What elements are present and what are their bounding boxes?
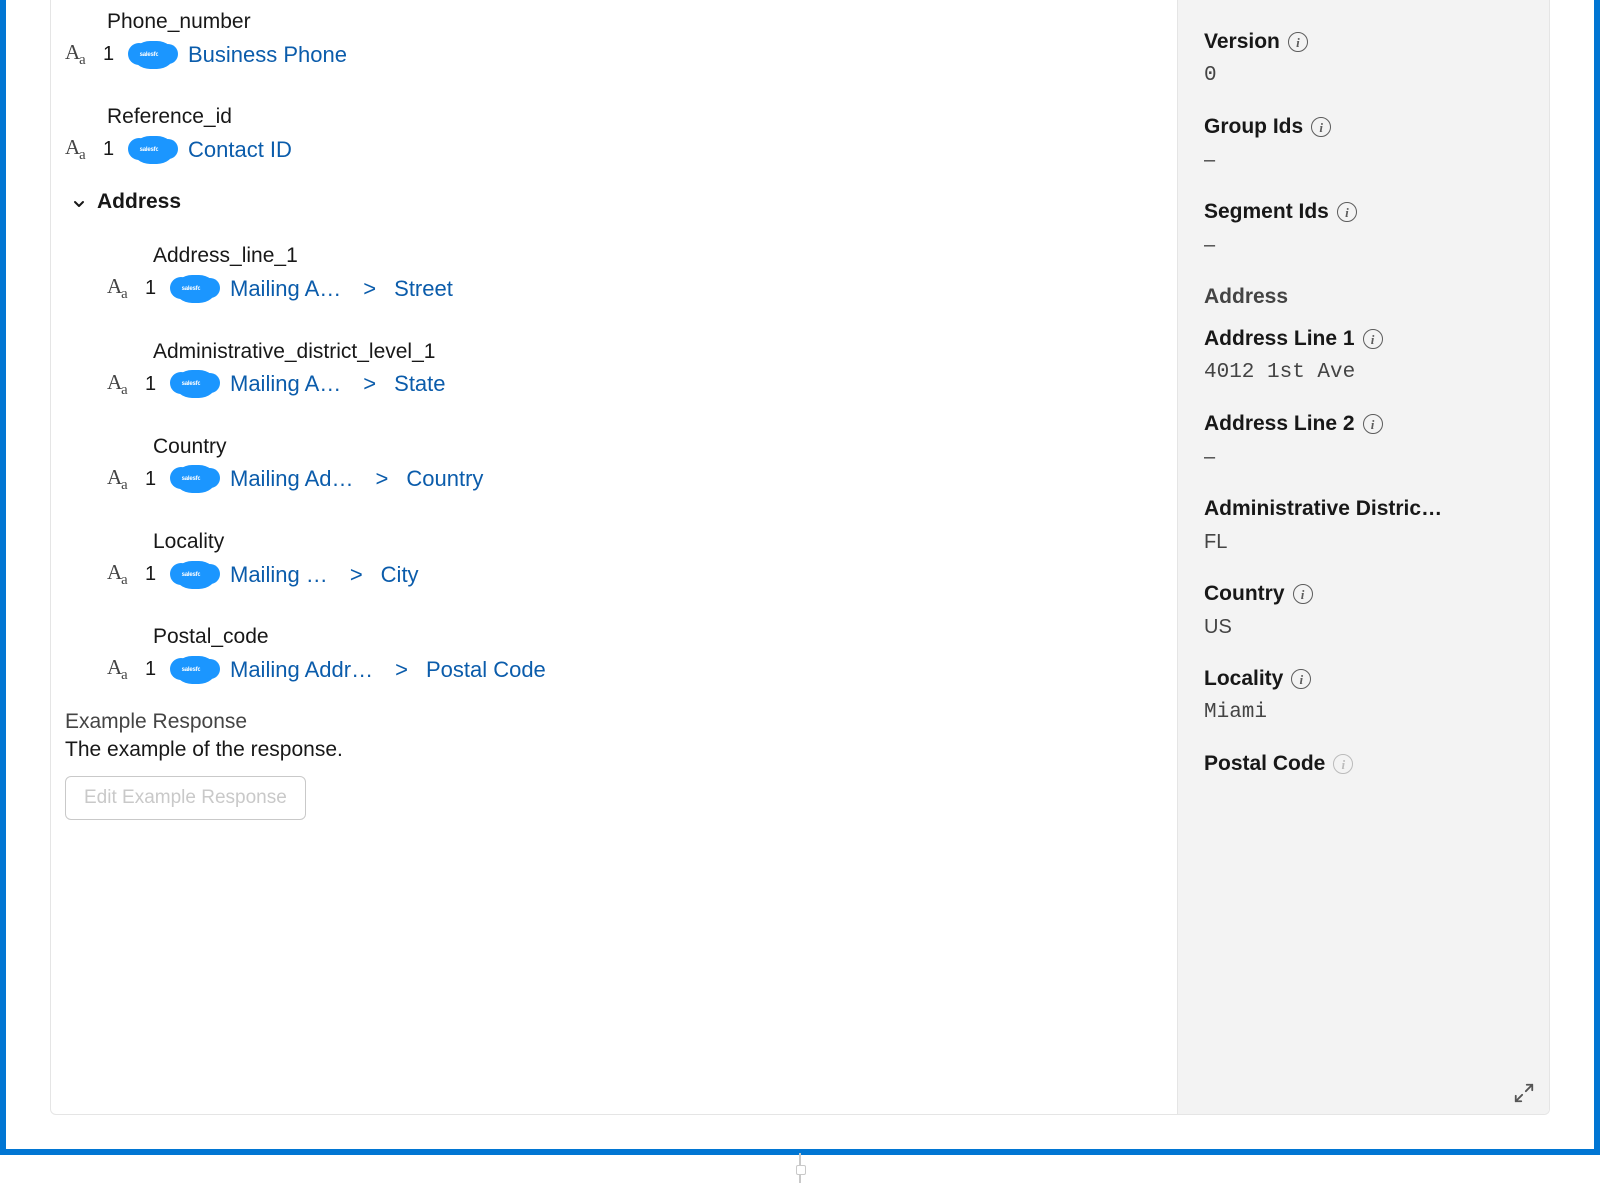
- info-icon[interactable]: i: [1288, 32, 1308, 52]
- address-line-2-value: –: [1204, 446, 1523, 469]
- salesforce-icon: salesforce: [175, 275, 216, 303]
- country-value: US: [1204, 616, 1523, 639]
- locality-label: Locality i: [1204, 667, 1523, 691]
- address-line-1-value: 4012 1st Ave: [1204, 361, 1523, 384]
- mapped-path-1[interactable]: Mailing Ad…: [230, 466, 354, 492]
- info-icon[interactable]: i: [1333, 754, 1353, 774]
- resize-handle[interactable]: [799, 1153, 801, 1183]
- info-icon[interactable]: i: [1363, 329, 1383, 349]
- mapped-path-2[interactable]: Street: [394, 276, 453, 302]
- mapped-path-1[interactable]: Mailing …: [230, 562, 328, 588]
- breadcrumb-sep: >: [350, 562, 363, 588]
- breadcrumb-sep: >: [363, 276, 376, 302]
- text-type-icon: Aa: [107, 370, 131, 399]
- mapping-index: 1: [103, 43, 119, 66]
- salesforce-icon: salesforce: [175, 465, 216, 493]
- field-locality-mapping[interactable]: Aa 1 salesforce Mailing … > City: [65, 560, 1177, 589]
- breadcrumb-sep: >: [395, 657, 408, 683]
- expand-icon[interactable]: [1513, 1082, 1535, 1104]
- config-panel: Phone_number Aa 1 salesforce Business Ph…: [50, 0, 1550, 1115]
- postal-code-label: Postal Code i: [1204, 752, 1523, 776]
- text-type-icon: Aa: [65, 40, 89, 69]
- chevron-down-icon: [71, 194, 87, 210]
- field-postal-code-mapping[interactable]: Aa 1 salesforce Mailing Addr… > Postal C…: [65, 655, 1177, 684]
- field-address-line-1-mapping[interactable]: Aa 1 salesforce Mailing A… > Street: [65, 274, 1177, 303]
- info-icon[interactable]: i: [1291, 669, 1311, 689]
- info-icon[interactable]: i: [1337, 202, 1357, 222]
- field-postal-code-name: Postal_code: [65, 615, 1177, 649]
- mapped-path-2[interactable]: Country: [406, 466, 483, 492]
- field-address-line-1-name: Address_line_1: [65, 234, 1177, 268]
- address-group-title: Address: [97, 190, 181, 214]
- field-country-mapping[interactable]: Aa 1 salesforce Mailing Ad… > Country: [65, 465, 1177, 494]
- admin-district-value: FL: [1204, 531, 1523, 554]
- edit-example-response-button: Edit Example Response: [65, 776, 306, 820]
- breadcrumb-sep: >: [363, 371, 376, 397]
- address-line-1-label: Address Line 1 i: [1204, 327, 1523, 351]
- field-admin-district-mapping[interactable]: Aa 1 salesforce Mailing A… > State: [65, 370, 1177, 399]
- mapping-index: 1: [145, 563, 161, 586]
- field-reference-id-name: Reference_id: [65, 95, 1177, 129]
- admin-district-label: Administrative Distric…: [1204, 497, 1523, 521]
- field-phone-number-mapping[interactable]: Aa 1 salesforce Business Phone: [65, 40, 1177, 69]
- mapped-field-link[interactable]: Contact ID: [188, 137, 292, 163]
- mapping-index: 1: [145, 277, 161, 300]
- version-value: 0: [1204, 64, 1523, 87]
- salesforce-icon: salesforce: [133, 41, 174, 69]
- mapped-field-link[interactable]: Business Phone: [188, 42, 347, 68]
- field-admin-district-name: Administrative_district_level_1: [65, 330, 1177, 364]
- segment-ids-label: Segment Ids i: [1204, 200, 1523, 224]
- mapped-path-2[interactable]: City: [381, 562, 419, 588]
- info-icon[interactable]: i: [1293, 584, 1313, 604]
- salesforce-icon: salesforce: [175, 370, 216, 398]
- breadcrumb-sep: >: [376, 466, 389, 492]
- text-type-icon: Aa: [107, 560, 131, 589]
- field-locality-name: Locality: [65, 520, 1177, 554]
- mapped-path-2[interactable]: State: [394, 371, 445, 397]
- field-phone-number-name: Phone_number: [65, 0, 1177, 34]
- salesforce-icon: salesforce: [133, 136, 174, 164]
- address-line-2-label: Address Line 2 i: [1204, 412, 1523, 436]
- locality-value: Miami: [1204, 701, 1523, 724]
- mapping-index: 1: [103, 138, 119, 161]
- mapped-path-2[interactable]: Postal Code: [426, 657, 546, 683]
- details-sidebar: Version i 0 Group Ids i – Segment Ids i …: [1177, 0, 1549, 1114]
- salesforce-icon: salesforce: [175, 561, 216, 589]
- version-label: Version i: [1204, 30, 1523, 54]
- text-type-icon: Aa: [107, 655, 131, 684]
- mapping-index: 1: [145, 468, 161, 491]
- mapping-index: 1: [145, 658, 161, 681]
- info-icon[interactable]: i: [1363, 414, 1383, 434]
- mapped-path-1[interactable]: Mailing A…: [230, 276, 341, 302]
- text-type-icon: Aa: [65, 135, 89, 164]
- country-label: Country i: [1204, 582, 1523, 606]
- mapping-area: Phone_number Aa 1 salesforce Business Ph…: [51, 0, 1177, 1114]
- example-response-title: Example Response: [65, 710, 1177, 734]
- text-type-icon: Aa: [107, 274, 131, 303]
- address-section-title: Address: [1204, 285, 1523, 309]
- group-ids-label: Group Ids i: [1204, 115, 1523, 139]
- segment-ids-value: –: [1204, 234, 1523, 257]
- field-country-name: Country: [65, 425, 1177, 459]
- text-type-icon: Aa: [107, 465, 131, 494]
- info-icon[interactable]: i: [1311, 117, 1331, 137]
- example-response-desc: The example of the response.: [65, 738, 1177, 762]
- salesforce-icon: salesforce: [175, 656, 216, 684]
- group-ids-value: –: [1204, 149, 1523, 172]
- mapped-path-1[interactable]: Mailing A…: [230, 371, 341, 397]
- address-group-toggle[interactable]: Address: [71, 190, 1177, 214]
- mapped-path-1[interactable]: Mailing Addr…: [230, 657, 373, 683]
- mapping-index: 1: [145, 373, 161, 396]
- field-reference-id-mapping[interactable]: Aa 1 salesforce Contact ID: [65, 135, 1177, 164]
